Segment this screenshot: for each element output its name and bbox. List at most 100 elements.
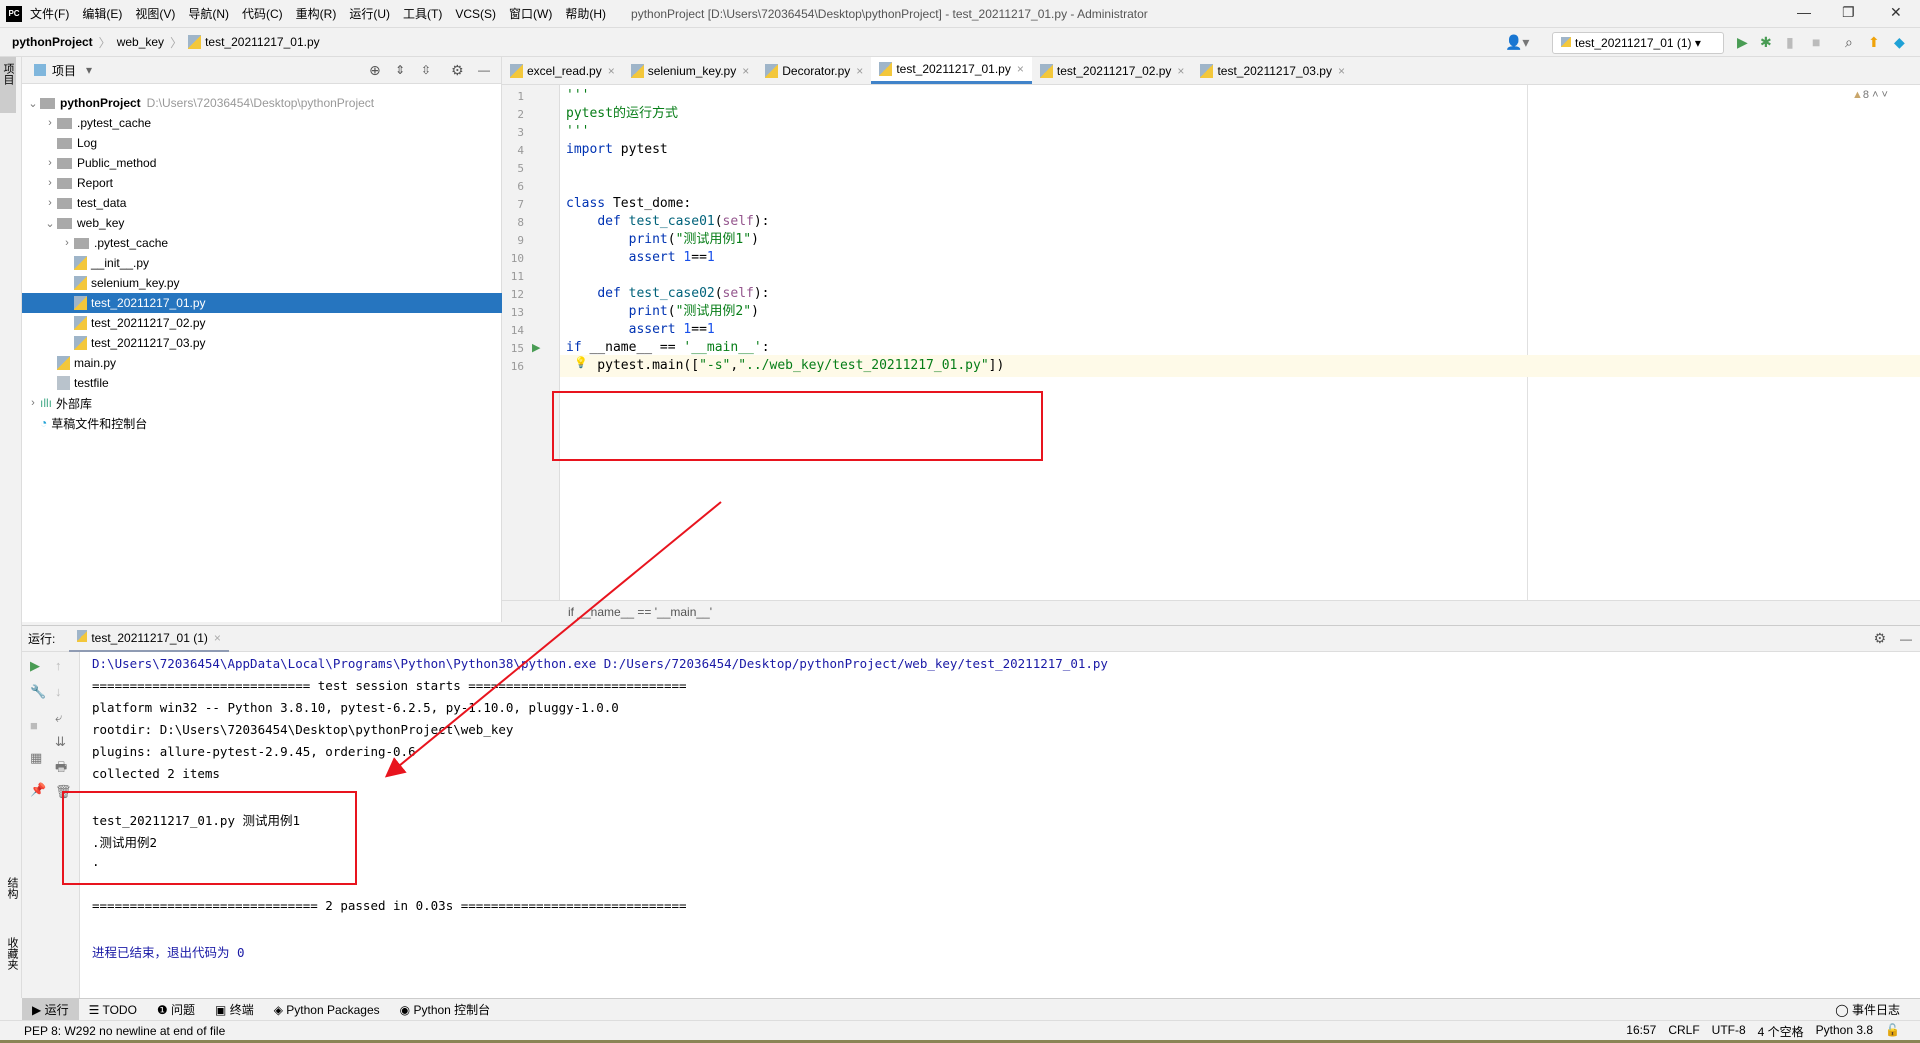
print-icon[interactable]: 🖶 [55, 758, 67, 780]
debug-icon[interactable]: ✱ [1760, 34, 1772, 51]
coverage-icon[interactable]: ▮ [1786, 34, 1794, 51]
tree-item[interactable]: › ıllı 外部库 [22, 393, 502, 413]
chevron-right-icon[interactable]: › [43, 157, 57, 169]
tree-item[interactable]: test_20211217_02.py [22, 313, 502, 333]
plugin-icon[interactable]: ◆ [1894, 34, 1905, 51]
pin-icon[interactable]: 📌 [30, 782, 46, 798]
menu-refactor[interactable]: 重构(R) [296, 5, 337, 22]
close-tab-icon[interactable]: × [856, 64, 863, 78]
bottom-tab-terminal[interactable]: ▣ 终端 [205, 999, 264, 1021]
close-tab-icon[interactable]: × [1177, 64, 1184, 78]
down-icon[interactable]: ↓ [55, 684, 62, 699]
inspection-widget[interactable]: ▲8 ˄ ˅ [1852, 89, 1888, 101]
minimize-icon[interactable]: — [1797, 4, 1811, 20]
chevron-down-icon[interactable]: ⌄ [26, 97, 40, 110]
status-message[interactable]: PEP 8: W292 no newline at end of file [24, 1024, 225, 1038]
tree-item[interactable]: selenium_key.py [22, 273, 502, 293]
menu-view[interactable]: 视图(V) [135, 5, 175, 22]
close-icon[interactable]: ✕ [1890, 4, 1902, 21]
tree-item[interactable]: ◔ 草稿文件和控制台 [22, 413, 502, 433]
file-encoding[interactable]: UTF-8 [1712, 1023, 1746, 1040]
bottom-tab-python-packages[interactable]: ◈ Python Packages [264, 999, 390, 1021]
menu-file[interactable]: 文件(F) [30, 5, 69, 22]
tree-item[interactable]: ⌄ web_key [22, 213, 502, 233]
tree-item[interactable]: ⌄ pythonProject D:\Users\72036454\Desktop\… [22, 93, 502, 113]
search-icon[interactable]: ⌕ [1845, 34, 1853, 51]
bottom-tab-todo[interactable]: ☰ TODO [79, 999, 147, 1021]
lightbulb-icon[interactable]: 💡 [574, 356, 588, 369]
breadcrumb-file[interactable]: test_20211217_01.py [205, 35, 320, 49]
run-icon[interactable]: ▶ [1737, 34, 1748, 51]
run-config-select[interactable]: test_20211217_01 (1) ▾ [1552, 32, 1724, 54]
editor-tab[interactable]: test_20211217_01.py × [871, 57, 1032, 84]
chevron-down-icon[interactable]: ⌄ [43, 217, 57, 230]
code-editor[interactable]: 1 2 3 4 5 6 7 8 9 10 11 12 13 14 15 16 ▶ ▲8 ˄ ˅ ''' pytes… [502, 85, 1920, 600]
line-separator[interactable]: CRLF [1668, 1023, 1699, 1040]
tree-item[interactable]: testfile [22, 373, 502, 393]
scroll-end-icon[interactable]: ⇊ [55, 734, 66, 750]
tree-item[interactable]: test_20211217_01.py [22, 293, 502, 313]
bottom-tab-problems[interactable]: ❶ 问题 [147, 999, 205, 1021]
tree-item[interactable]: __init__.py [22, 253, 502, 273]
close-tab-icon[interactable]: × [742, 64, 749, 78]
chevron-right-icon[interactable]: › [60, 237, 74, 249]
gear-icon[interactable]: ⚙ [451, 62, 464, 79]
close-tab-icon[interactable]: × [214, 631, 221, 645]
editor-tab[interactable]: selenium_key.py × [623, 57, 758, 84]
bottom-tab-python-console[interactable]: ◉ Python 控制台 [390, 999, 501, 1021]
run-hide-icon[interactable]: — [1900, 632, 1912, 646]
restore-icon[interactable]: ❐ [1842, 4, 1855, 21]
breadcrumb-folder[interactable]: web_key [117, 35, 164, 49]
run-settings-icon[interactable]: ⚙ [1873, 630, 1886, 647]
menu-edit[interactable]: 编辑(E) [82, 5, 122, 22]
editor-tab[interactable]: excel_read.py × [502, 57, 623, 84]
tree-item[interactable]: › .pytest_cache [22, 113, 502, 133]
rerun-icon[interactable]: ▶ [30, 658, 40, 674]
caret-position[interactable]: 16:57 [1626, 1023, 1656, 1040]
expand-all-icon[interactable]: ⇕ [395, 63, 405, 77]
menu-window[interactable]: 窗口(W) [509, 5, 552, 22]
tree-item[interactable]: › Report [22, 173, 502, 193]
project-tool-button[interactable]: 项目 [0, 57, 16, 113]
chevron-right-icon[interactable]: › [43, 117, 57, 129]
chevron-right-icon[interactable]: › [43, 177, 57, 189]
editor-breadcrumb[interactable]: if __name__ == '__main__' [502, 600, 1920, 622]
tree-item[interactable]: › Public_method [22, 153, 502, 173]
stop-icon[interactable]: ■ [30, 718, 38, 733]
breadcrumb-project[interactable]: pythonProject [12, 35, 93, 49]
collapse-all-icon[interactable]: ⇳ [421, 63, 431, 77]
up-icon[interactable]: ↑ [55, 658, 62, 673]
menu-navigate[interactable]: 导航(N) [188, 5, 229, 22]
tree-item[interactable]: › .pytest_cache [22, 233, 502, 253]
project-view-select[interactable]: 项目 [52, 62, 76, 79]
editor-tab[interactable]: test_20211217_02.py × [1032, 57, 1193, 84]
stop-icon[interactable]: ■ [1812, 34, 1820, 50]
lock-icon[interactable]: 🔓 [1885, 1023, 1900, 1040]
python-interpreter[interactable]: Python 3.8 [1816, 1023, 1873, 1040]
menu-vcs[interactable]: VCS(S) [455, 7, 496, 21]
menu-code[interactable]: 代码(C) [242, 5, 283, 22]
menu-run[interactable]: 运行(U) [349, 5, 390, 22]
soft-wrap-icon[interactable]: ⤶ [55, 710, 62, 726]
tree-item[interactable]: Log [22, 133, 502, 153]
locate-icon[interactable]: ⊕ [369, 62, 381, 79]
editor-tab[interactable]: test_20211217_03.py × [1192, 57, 1353, 84]
structure-tool-button[interactable]: 结构 [4, 877, 20, 899]
indent-setting[interactable]: 4 个空格 [1758, 1023, 1804, 1040]
close-tab-icon[interactable]: × [1017, 62, 1024, 76]
menu-help[interactable]: 帮助(H) [565, 5, 606, 22]
editor-tab[interactable]: Decorator.py × [757, 57, 871, 84]
chevron-right-icon[interactable]: › [43, 197, 57, 209]
close-tab-icon[interactable]: × [1338, 64, 1345, 78]
close-tab-icon[interactable]: × [608, 64, 615, 78]
user-icon[interactable]: 👤▾ [1505, 34, 1529, 51]
tree-item[interactable]: test_20211217_03.py [22, 333, 502, 353]
event-log-button[interactable]: ◯ 事件日志 [1825, 999, 1910, 1021]
layout-icon[interactable]: ▦ [30, 750, 42, 766]
chevron-right-icon[interactable]: › [26, 397, 40, 409]
menu-tools[interactable]: 工具(T) [403, 5, 442, 22]
tree-item[interactable]: › test_data [22, 193, 502, 213]
bottom-tab-run[interactable]: ▶ 运行 [22, 998, 79, 1021]
update-icon[interactable]: ⬆ [1868, 34, 1880, 51]
wrench-icon[interactable]: 🔧 [30, 684, 46, 700]
